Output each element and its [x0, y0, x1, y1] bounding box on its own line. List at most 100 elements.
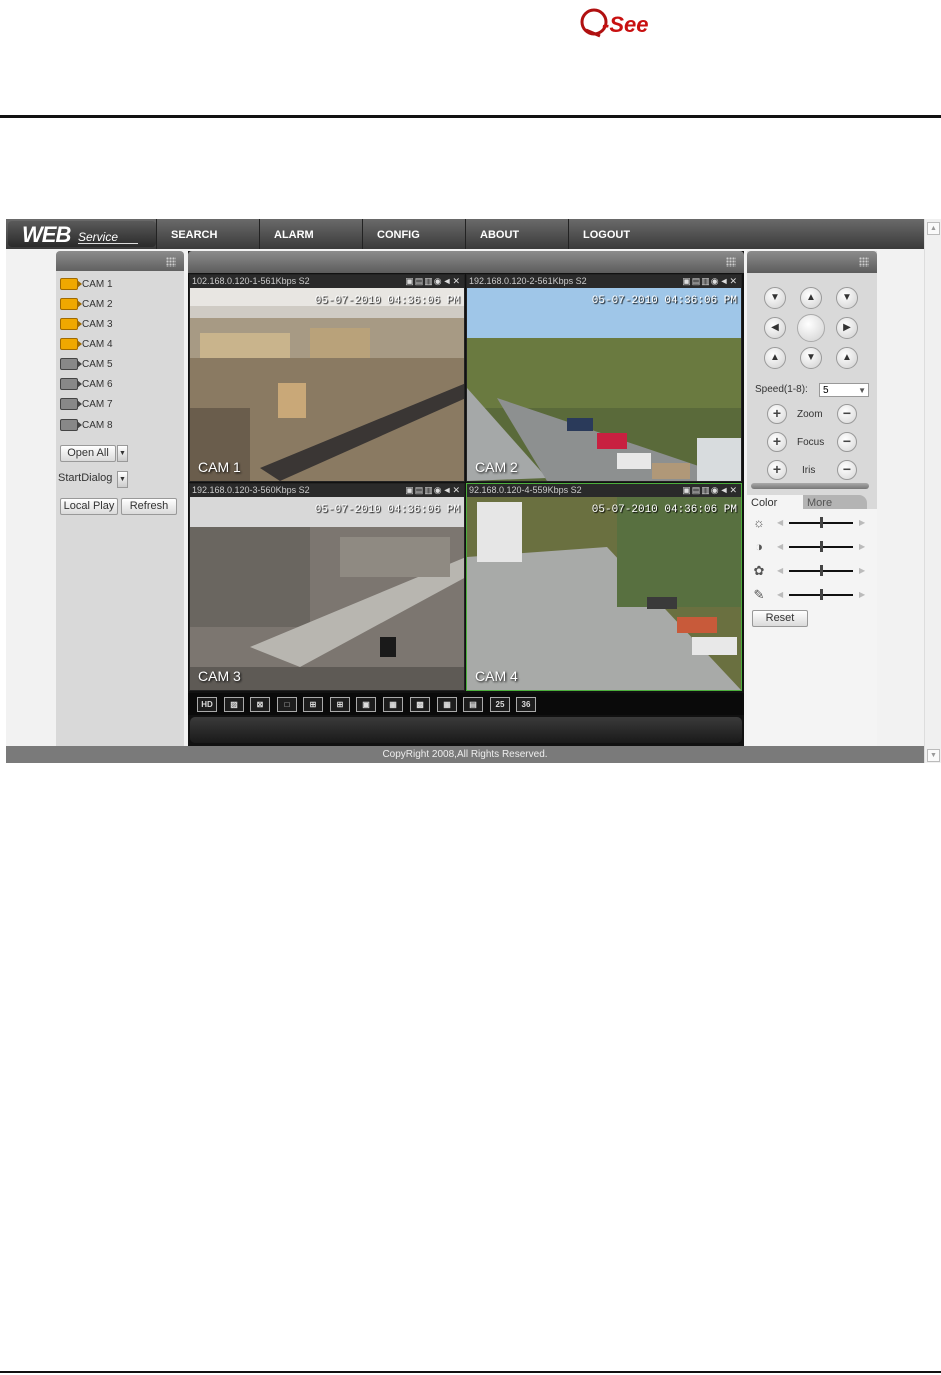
- layout-hd-button[interactable]: HD: [197, 697, 217, 712]
- menu-config[interactable]: CONFIG: [362, 219, 465, 249]
- video-camera-name: CAM 4: [475, 668, 518, 684]
- reset-button[interactable]: Reset: [752, 610, 808, 627]
- slider-left-icon[interactable]: ◀: [777, 518, 783, 527]
- brand-main: WEB: [22, 222, 71, 247]
- camera-item[interactable]: CAM 4: [60, 337, 113, 353]
- menu-about[interactable]: ABOUT: [465, 219, 568, 249]
- camera-item[interactable]: CAM 7: [60, 397, 113, 413]
- saturation-slider[interactable]: ✿ ◀ ▶: [751, 563, 871, 579]
- video-window-2[interactable]: 192.168.0.120-2-561Kbps S2 ▣▤▥◉◄✕ 05-07-2…: [466, 274, 742, 482]
- layout-36-button[interactable]: 36: [516, 697, 536, 712]
- scroll-up-icon[interactable]: ▲: [927, 222, 940, 235]
- header-rule: [0, 115, 941, 118]
- layout-20-icon[interactable]: ▤: [463, 697, 483, 712]
- ptz-right-icon[interactable]: ▶: [836, 317, 858, 339]
- open-all-dropdown-icon[interactable]: ▼: [117, 445, 128, 462]
- menu-alarm[interactable]: ALARM: [259, 219, 362, 249]
- hue-icon: ✎: [753, 587, 765, 602]
- slider-left-icon[interactable]: ◀: [777, 566, 783, 575]
- camera-item[interactable]: CAM 2: [60, 297, 113, 313]
- camera-item[interactable]: CAM 5: [60, 357, 113, 373]
- slider-right-icon[interactable]: ▶: [859, 566, 865, 575]
- slider-left-icon[interactable]: ◀: [777, 590, 783, 599]
- slider-right-icon[interactable]: ▶: [859, 590, 865, 599]
- video-info-bar: 192.168.0.120-2-561Kbps S2 ▣▤▥◉◄✕: [467, 275, 741, 288]
- hue-slider[interactable]: ✎ ◀ ▶: [751, 587, 871, 603]
- video-timestamp: 05-07-2010 04:36:06 PM: [591, 504, 737, 516]
- grip-icon: [166, 257, 176, 267]
- layout-13-icon[interactable]: ▩: [410, 697, 430, 712]
- video-timestamp: 05-07-2010 04:36:06 PM: [591, 295, 737, 307]
- slider-thumb[interactable]: [820, 589, 823, 600]
- slider-right-icon[interactable]: ▶: [859, 542, 865, 551]
- camera-list-header: [56, 251, 184, 273]
- video-control-icons[interactable]: ▣▤▥◉◄✕: [682, 277, 738, 286]
- iris-close-button[interactable]: −: [837, 460, 857, 480]
- layout-1-icon[interactable]: □: [277, 697, 297, 712]
- camera-item[interactable]: CAM 1: [60, 277, 113, 293]
- workshop-scene: [190, 497, 464, 690]
- zoom-out-button[interactable]: −: [837, 404, 857, 424]
- menu-search[interactable]: SEARCH: [156, 219, 259, 249]
- video-panel: 102.168.0.120-1-561Kbps S2 ▣▤▥◉◄✕ 05-07-2…: [188, 251, 744, 746]
- camera-item[interactable]: CAM 3: [60, 317, 113, 333]
- iris-open-button[interactable]: +: [767, 460, 787, 480]
- ptz-up-right-icon[interactable]: ▼: [836, 287, 858, 309]
- video-control-icons[interactable]: ▣▤▥◉◄✕: [682, 486, 738, 495]
- video-window-4[interactable]: 92.168.0.120-4-559Kbps S2 ▣▤▥◉◄✕ 05-07-20…: [466, 483, 742, 691]
- start-dialog-button[interactable]: StartDialog: [58, 471, 114, 486]
- video-control-icons[interactable]: ▣▤▥◉◄✕: [405, 277, 461, 286]
- q-see-logo: -See: [578, 4, 670, 42]
- chevron-down-icon: ▼: [858, 386, 866, 395]
- brightness-icon: ☼: [753, 515, 765, 530]
- slider-left-icon[interactable]: ◀: [777, 542, 783, 551]
- layout-16-icon[interactable]: ▦: [437, 697, 457, 712]
- start-dialog-dropdown-icon[interactable]: ▼: [117, 471, 128, 488]
- scroll-down-icon[interactable]: ▼: [927, 749, 940, 762]
- ptz-left-icon[interactable]: ◀: [764, 317, 786, 339]
- slider-thumb[interactable]: [820, 517, 823, 528]
- contrast-slider[interactable]: ◑ ◀ ▶: [751, 539, 871, 555]
- speed-select[interactable]: 5 ▼: [819, 383, 869, 397]
- open-all-button[interactable]: Open All: [60, 445, 116, 462]
- camera-item[interactable]: CAM 8: [60, 418, 113, 434]
- camera-on-icon: [60, 298, 82, 311]
- page-scrollbar[interactable]: ▲ ▼: [924, 219, 941, 763]
- focus-in-button[interactable]: +: [767, 432, 787, 452]
- video-control-icons[interactable]: ▣▤▥◉◄✕: [405, 486, 461, 495]
- slider-thumb[interactable]: [820, 541, 823, 552]
- ptz-center-icon[interactable]: [797, 314, 825, 342]
- refresh-button[interactable]: Refresh: [121, 498, 177, 515]
- zoom-in-button[interactable]: +: [767, 404, 787, 424]
- layout-9-icon[interactable]: ▦: [383, 697, 403, 712]
- brightness-slider[interactable]: ☼ ◀ ▶: [751, 515, 871, 531]
- warehouse-scene: [190, 288, 464, 481]
- slider-thumb[interactable]: [820, 565, 823, 576]
- camera-on-icon: [60, 278, 82, 291]
- ptz-down-left-icon[interactable]: ▲: [764, 347, 786, 369]
- camera-item[interactable]: CAM 6: [60, 377, 113, 393]
- layout-8-icon[interactable]: ▣: [356, 697, 376, 712]
- ptz-up-icon[interactable]: ▲: [800, 287, 822, 309]
- video-window-3[interactable]: 192.168.0.120-3-560Kbps S2 ▣▤▥◉◄✕ 05-07-2…: [189, 483, 465, 691]
- menu-logout[interactable]: LOGOUT: [568, 219, 924, 249]
- layout-4-icon[interactable]: ⊞: [303, 697, 323, 712]
- ptz-collapse-bar[interactable]: [751, 483, 869, 489]
- camera-off-icon: [60, 398, 82, 411]
- slider-right-icon[interactable]: ▶: [859, 518, 865, 527]
- video-panel-header: [188, 251, 744, 273]
- focus-out-button[interactable]: −: [837, 432, 857, 452]
- footer-rule: [0, 1371, 941, 1373]
- driveway-scene: [467, 497, 741, 690]
- layout-fullscreen-icon[interactable]: ⊠: [250, 697, 270, 712]
- svg-text:-See: -See: [602, 12, 648, 37]
- ptz-down-icon[interactable]: ▼: [800, 347, 822, 369]
- layout-25-button[interactable]: 25: [490, 697, 510, 712]
- ptz-down-right-icon[interactable]: ▲: [836, 347, 858, 369]
- ptz-up-left-icon[interactable]: ▼: [764, 287, 786, 309]
- video-window-1[interactable]: 102.168.0.120-1-561Kbps S2 ▣▤▥◉◄✕ 05-07-2…: [189, 274, 465, 482]
- local-play-button[interactable]: Local Play: [60, 498, 118, 515]
- layout-6-icon[interactable]: ⊞: [330, 697, 350, 712]
- layout-zoom-icon[interactable]: ▨: [224, 697, 244, 712]
- video-info-bar: 92.168.0.120-4-559Kbps S2 ▣▤▥◉◄✕: [467, 484, 741, 497]
